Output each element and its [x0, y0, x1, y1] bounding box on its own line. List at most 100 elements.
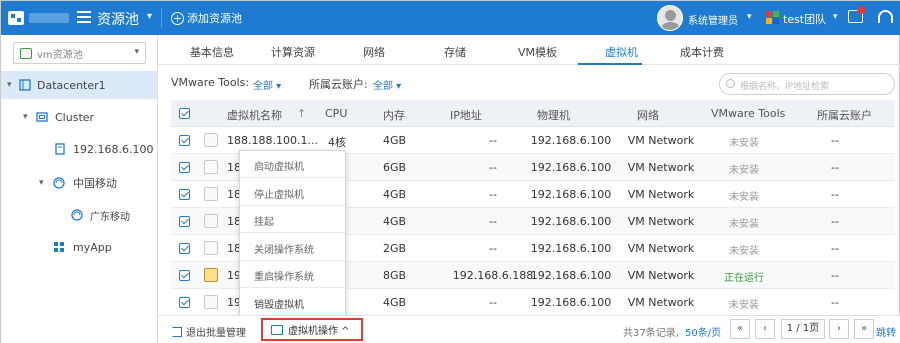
user-name[interactable]: 系统管理员 — [688, 12, 738, 27]
jump-button[interactable]: 跳转 — [876, 324, 896, 339]
cell-network: VM Network — [627, 134, 695, 147]
add-pool-button[interactable]: + 添加资源池 — [171, 10, 242, 26]
windows-icon — [204, 160, 218, 174]
vm-operation-label: 虚拟机操作 ^ — [288, 326, 350, 337]
menu-item-shutdown-os[interactable]: 关闭操作系统 — [240, 234, 345, 261]
cell-memory: 4GB — [383, 188, 407, 201]
menu-item-stop-vm[interactable]: 停止虚拟机 — [240, 179, 345, 206]
vm-operation-button[interactable]: 虚拟机操作 ^ — [261, 318, 363, 341]
row-checkbox[interactable] — [179, 270, 190, 281]
chevron-down-icon[interactable]: ▾ — [39, 178, 44, 188]
chevron-down-icon[interactable]: ▾ — [23, 112, 28, 122]
prev-page-button[interactable]: ‹ — [755, 319, 775, 339]
tab-basic-info[interactable]: 基本信息 — [190, 44, 234, 60]
vmware-tools-filter-value: 全部 — [253, 81, 273, 92]
tree-item-label: 广东移动 — [90, 211, 130, 223]
tab-network[interactable]: 网络 — [363, 44, 385, 60]
top-bar: 资源池 ▾ + 添加资源池 系统管理员 ▾ test团队 ▾ — [1, 1, 900, 35]
search-input[interactable]: 根据名称、IP地址检索 — [719, 73, 895, 95]
tab-compute[interactable]: 计算资源 — [271, 44, 315, 60]
search-placeholder: 根据名称、IP地址检索 — [740, 82, 830, 92]
row-checkbox[interactable] — [179, 243, 190, 254]
row-checkbox[interactable] — [179, 135, 190, 146]
cell-vmware-tools: 未安装 — [729, 192, 759, 203]
resource-pool-icon — [20, 47, 32, 59]
menu-item-suspend[interactable]: 挂起 — [240, 206, 345, 233]
select-all-checkbox[interactable] — [179, 108, 190, 119]
cloud-account-filter-value: 全部 — [373, 81, 393, 92]
page-indicator: 1 / 1页 — [781, 319, 825, 339]
page-title: 资源池 — [97, 12, 139, 28]
tree-item-host[interactable]: 192.168.6.100 — [1, 135, 157, 163]
support-headset-icon[interactable] — [878, 10, 893, 23]
column-header-name[interactable]: 虚拟机名称 — [227, 107, 282, 123]
chevron-down-icon[interactable]: ▾ — [747, 12, 752, 22]
tree-item-myapp[interactable]: myApp — [1, 233, 157, 261]
cell-vmware-tools: 未安装 — [729, 138, 759, 149]
cell-memory: 4GB — [383, 215, 407, 228]
chevron-down-icon[interactable]: ▾ — [7, 80, 12, 90]
row-checkbox[interactable] — [179, 162, 190, 173]
add-pool-label: 添加资源池 — [187, 12, 242, 25]
linux-icon — [204, 268, 218, 282]
menu-item-restart-os[interactable]: 重启操作系统 — [240, 261, 345, 288]
table-header: 虚拟机名称 ↑ CPU 内存 IP地址 物理机 网络 VMware Tools … — [171, 100, 895, 127]
tab-billing[interactable]: 成本计费 — [680, 44, 724, 60]
column-header-host: 物理机 — [537, 109, 570, 122]
cell-memory: 4GB — [383, 134, 407, 147]
cell-cloud-account: -- — [831, 161, 839, 174]
tab-vms[interactable]: 虚拟机 — [605, 44, 638, 60]
tree-item-china-mobile[interactable]: ▾ 中国移动 — [1, 169, 157, 197]
cell-vmware-tools: 未安装 — [729, 165, 759, 176]
tree-item-label: 中国移动 — [73, 177, 117, 190]
column-header-network: 网络 — [637, 109, 659, 122]
windows-icon — [204, 187, 218, 201]
cell-memory: 6GB — [383, 161, 407, 174]
team-name[interactable]: test团队 — [783, 11, 826, 27]
tree-item-label: 192.168.6.100 — [73, 142, 154, 156]
first-page-button[interactable]: « — [730, 319, 750, 339]
active-tab-indicator — [578, 63, 642, 65]
pool-select[interactable]: vm资源池 ▾ — [13, 42, 146, 64]
tree-item-guangdong-mobile[interactable]: 广东移动 — [1, 201, 157, 229]
windows-icon — [204, 214, 218, 228]
chevron-down-icon: ▾ — [134, 47, 139, 57]
cell-cloud-account: -- — [831, 242, 839, 255]
tab-storage[interactable]: 存储 — [444, 44, 466, 60]
menu-item-start-vm[interactable]: 启动虚拟机 — [240, 151, 345, 178]
row-checkbox[interactable] — [179, 189, 190, 200]
tree-item-label: Datacenter1 — [37, 78, 106, 92]
total-records: 共37条记录, — [623, 328, 679, 339]
chevron-down-icon[interactable]: ▾ — [147, 11, 152, 22]
vm-operation-menu: 启动虚拟机 停止虚拟机 挂起 关闭操作系统 重启操作系统 销毁虚拟机 — [239, 150, 346, 316]
cell-vm-name[interactable]: 188.188.100.1... — [227, 134, 318, 147]
cell-vmware-tools: 未安装 — [729, 219, 759, 230]
logo-icon — [8, 11, 24, 25]
avatar[interactable] — [657, 5, 683, 31]
row-checkbox[interactable] — [179, 297, 190, 308]
column-header-ip: IP地址 — [450, 109, 482, 122]
chevron-down-icon[interactable]: ▾ — [833, 12, 838, 22]
menu-icon[interactable] — [77, 11, 91, 26]
monitor-icon — [271, 324, 283, 335]
footer-bar: 退出批量管理 虚拟机操作 ^ 共37条记录, 50条/页 « ‹ 1 / 1页 … — [158, 315, 900, 343]
datacenter-icon — [19, 79, 31, 91]
menu-item-destroy-vm[interactable]: 销毁虚拟机 — [240, 289, 345, 316]
page-size-select[interactable]: 50条/页 — [685, 324, 721, 339]
tree-item-cluster[interactable]: ▾ Cluster — [1, 103, 157, 131]
cell-cloud-account: -- — [831, 215, 839, 228]
exit-batch-label: 退出批量管理 — [186, 328, 246, 339]
sort-icon[interactable]: ↑ — [297, 107, 306, 120]
exit-batch-button[interactable]: 退出批量管理 — [172, 324, 246, 339]
tree-item-datacenter1[interactable]: ▾ Datacenter1 — [1, 71, 157, 99]
column-header-cloud-account: 所属云账户 — [817, 109, 872, 122]
row-checkbox[interactable] — [179, 216, 190, 227]
last-page-button[interactable]: » — [854, 319, 874, 339]
tab-vm-template[interactable]: VM模板 — [518, 44, 557, 60]
windows-icon — [204, 133, 218, 147]
next-page-button[interactable]: › — [829, 319, 849, 339]
cluster-icon — [36, 112, 48, 122]
cloud-account-filter[interactable]: 全部 ▾ — [373, 77, 401, 92]
cell-cloud-account: -- — [831, 269, 839, 282]
vmware-tools-filter[interactable]: 全部 ▾ — [253, 77, 281, 92]
